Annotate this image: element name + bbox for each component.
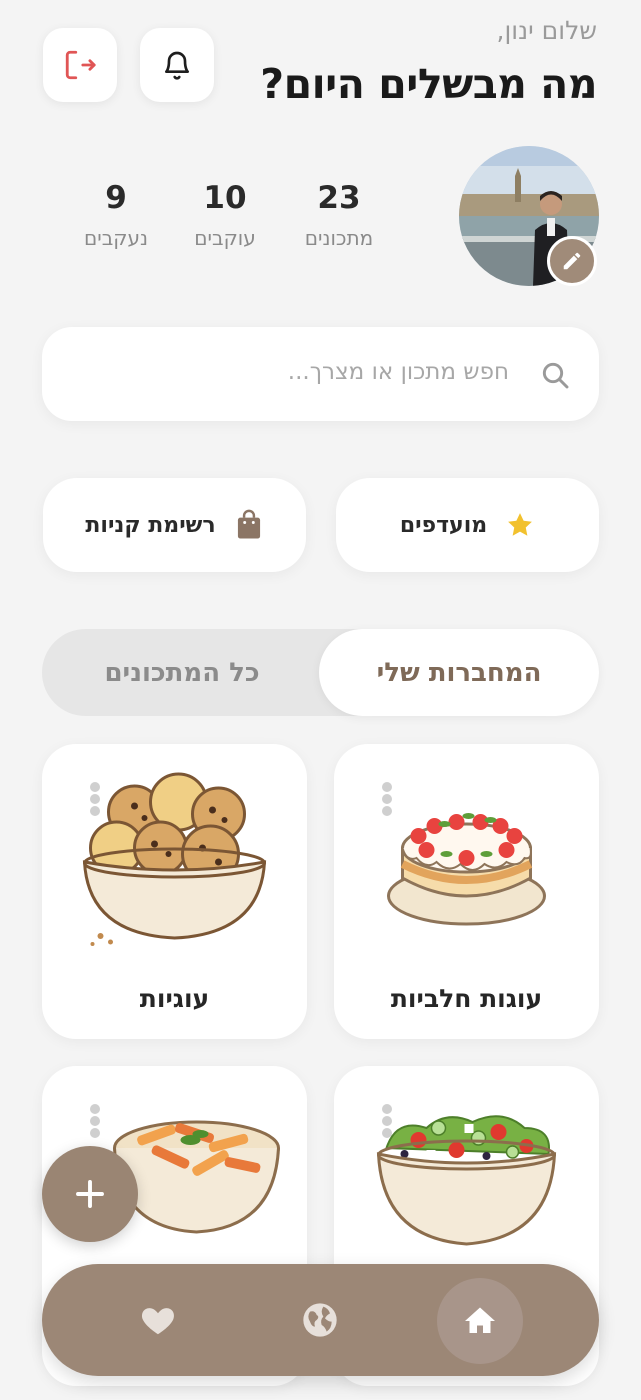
notebook-card[interactable]: עוגיות — [42, 744, 307, 1039]
heart-icon — [142, 1308, 174, 1335]
bottom-navigation — [42, 1264, 599, 1376]
nav-favorites[interactable] — [120, 1282, 196, 1358]
stat-value: 23 — [317, 180, 361, 216]
stat-value: 9 — [105, 180, 127, 216]
logout-button[interactable] — [43, 28, 117, 102]
greeting-text: שלום ינון, — [496, 16, 597, 45]
favorites-button[interactable]: מועדפים — [336, 478, 599, 572]
card-title: עוגות חלביות — [390, 984, 543, 1013]
stat-label: נעקבים — [83, 226, 149, 250]
pencil-icon — [563, 252, 581, 270]
stat-label: עוקבים — [194, 226, 256, 250]
salad-bowl-icon — [376, 1115, 557, 1246]
favorites-label: מועדפים — [399, 512, 488, 538]
edit-profile-button[interactable] — [547, 236, 597, 286]
star-icon — [508, 513, 533, 536]
stat-value: 10 — [203, 180, 247, 216]
home-icon — [465, 1307, 495, 1333]
card-title: עוגיות — [139, 984, 210, 1013]
notebook-tabs: המחברות שלי כל המתכונים — [42, 629, 599, 716]
shopping-bag-icon — [237, 509, 260, 539]
nav-home[interactable] — [437, 1278, 523, 1364]
search-input[interactable]: חפש מתכון או מצרך... — [42, 327, 599, 421]
logout-icon — [65, 50, 96, 80]
tab-all-recipes[interactable]: כל המתכונים — [42, 629, 322, 716]
nav-explore[interactable] — [282, 1282, 358, 1358]
add-button[interactable] — [42, 1146, 138, 1242]
cookies-bowl-icon — [82, 772, 267, 946]
page-title: מה מבשלים היום? — [260, 60, 597, 108]
stat-recipes[interactable]: 23 מתכונים — [284, 180, 394, 250]
shopping-list-label: רשימת קניות — [85, 512, 216, 538]
shopping-list-button[interactable]: רשימת קניות — [43, 478, 306, 572]
globe-icon — [303, 1303, 337, 1337]
cake-icon — [387, 813, 546, 926]
notifications-button[interactable] — [140, 28, 214, 102]
stat-following[interactable]: 9 נעקבים — [61, 180, 171, 250]
plus-icon — [76, 1180, 104, 1208]
bell-icon — [165, 51, 189, 80]
search-placeholder: חפש מתכון או מצרך... — [287, 359, 509, 385]
stat-label: מתכונים — [304, 226, 374, 250]
tab-my-notebooks[interactable]: המחברות שלי — [319, 629, 599, 716]
search-icon — [542, 362, 569, 389]
stat-followers[interactable]: 10 עוקבים — [170, 180, 280, 250]
notebook-card[interactable]: עוגות חלביות — [334, 744, 599, 1039]
